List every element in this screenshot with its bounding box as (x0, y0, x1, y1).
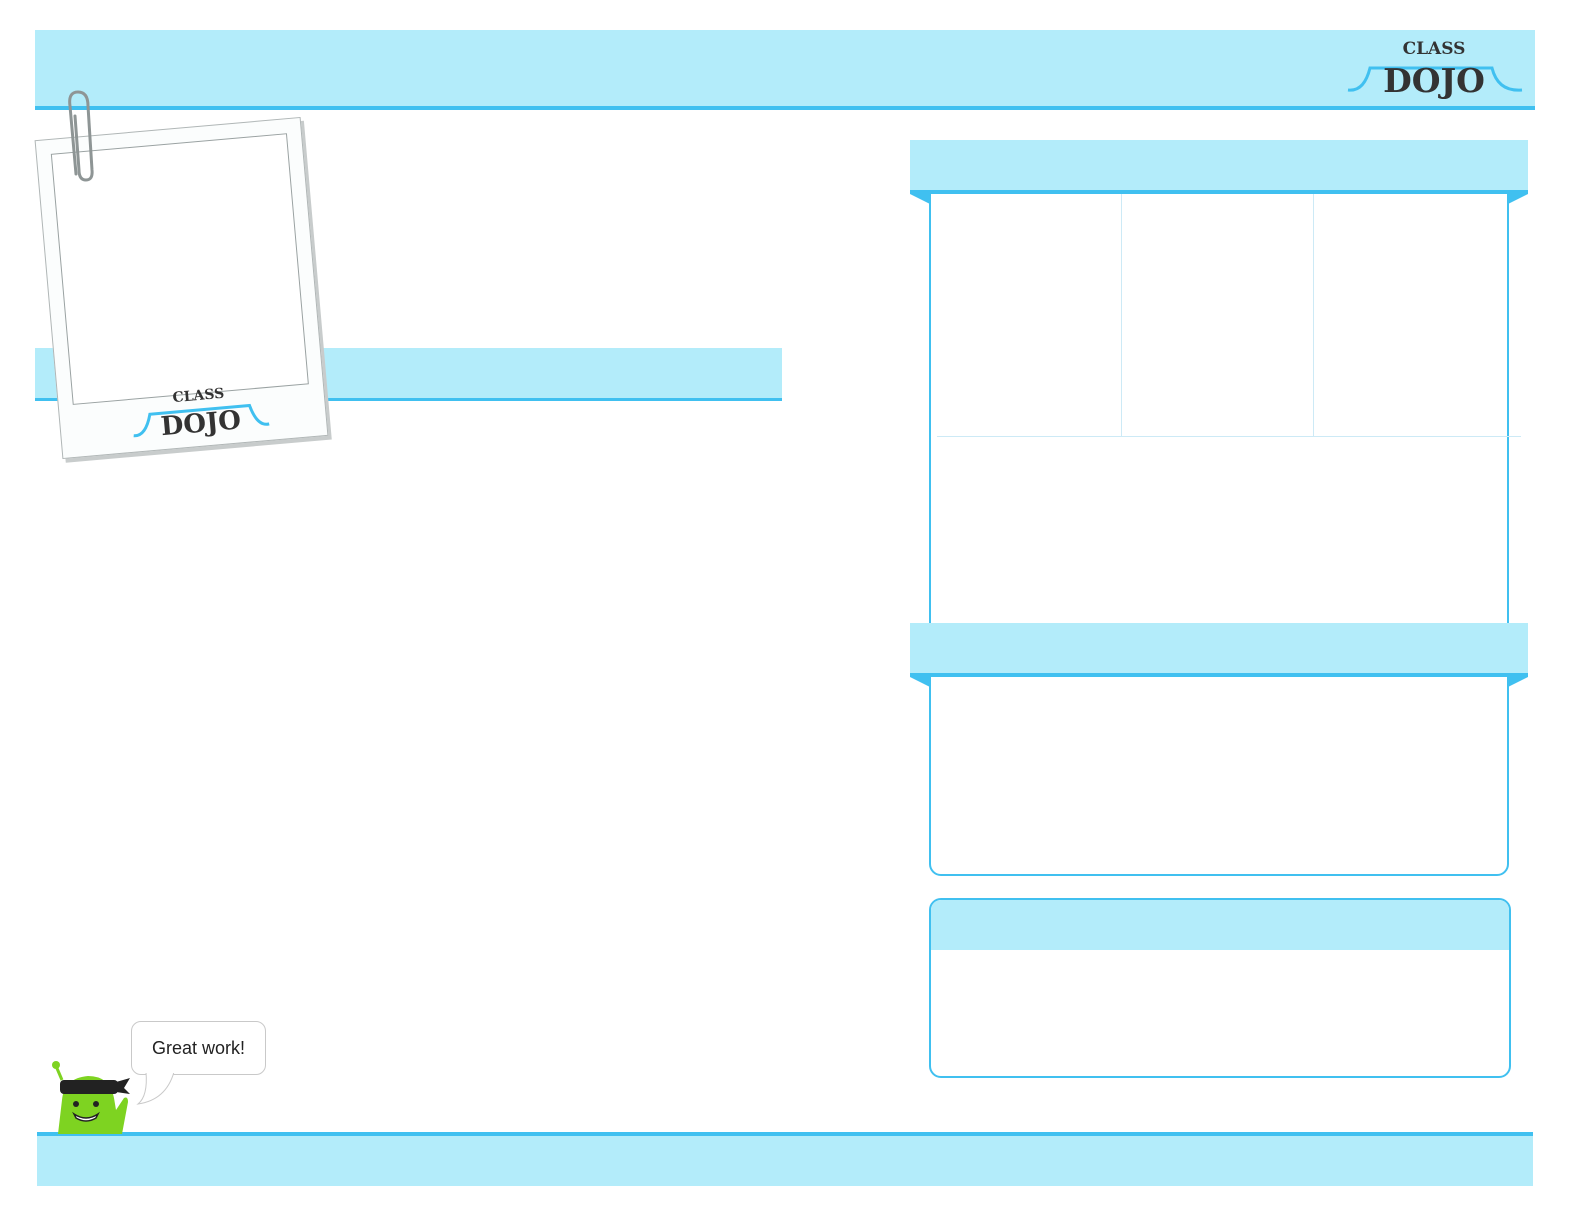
info-card-header (931, 900, 1509, 950)
mascot-icon (52, 1061, 130, 1134)
panel2-header-fold (1508, 677, 1528, 687)
schedule-grid-panel (929, 190, 1521, 634)
logo-class-text: CLASS (1403, 39, 1466, 59)
grid-divider (1313, 192, 1314, 436)
classdojo-logo: CLASS DOJO (1347, 39, 1523, 100)
notes-panel (929, 674, 1509, 876)
speech-bubble: Great work! (131, 1021, 266, 1075)
top-banner (35, 30, 1535, 110)
grid-divider (937, 436, 1521, 437)
panel2-header (910, 623, 1528, 677)
panel1-header-fold (1508, 194, 1528, 204)
polaroid-logo-dojo-text: DOJO (160, 405, 242, 442)
info-card (929, 898, 1511, 1078)
grid-divider (1121, 192, 1122, 436)
paperclip-icon (68, 90, 94, 182)
bottom-banner (37, 1132, 1533, 1186)
panel1-header (910, 140, 1528, 194)
speech-bubble-tail (136, 1070, 176, 1105)
logo-dojo-text: DOJO (1383, 61, 1485, 100)
polaroid-logo-class-text: CLASS (172, 386, 225, 406)
panel1-header-fold (910, 194, 930, 204)
panel2-header-fold (910, 677, 930, 687)
polaroid-logo: CLASS DOJO (133, 386, 270, 442)
